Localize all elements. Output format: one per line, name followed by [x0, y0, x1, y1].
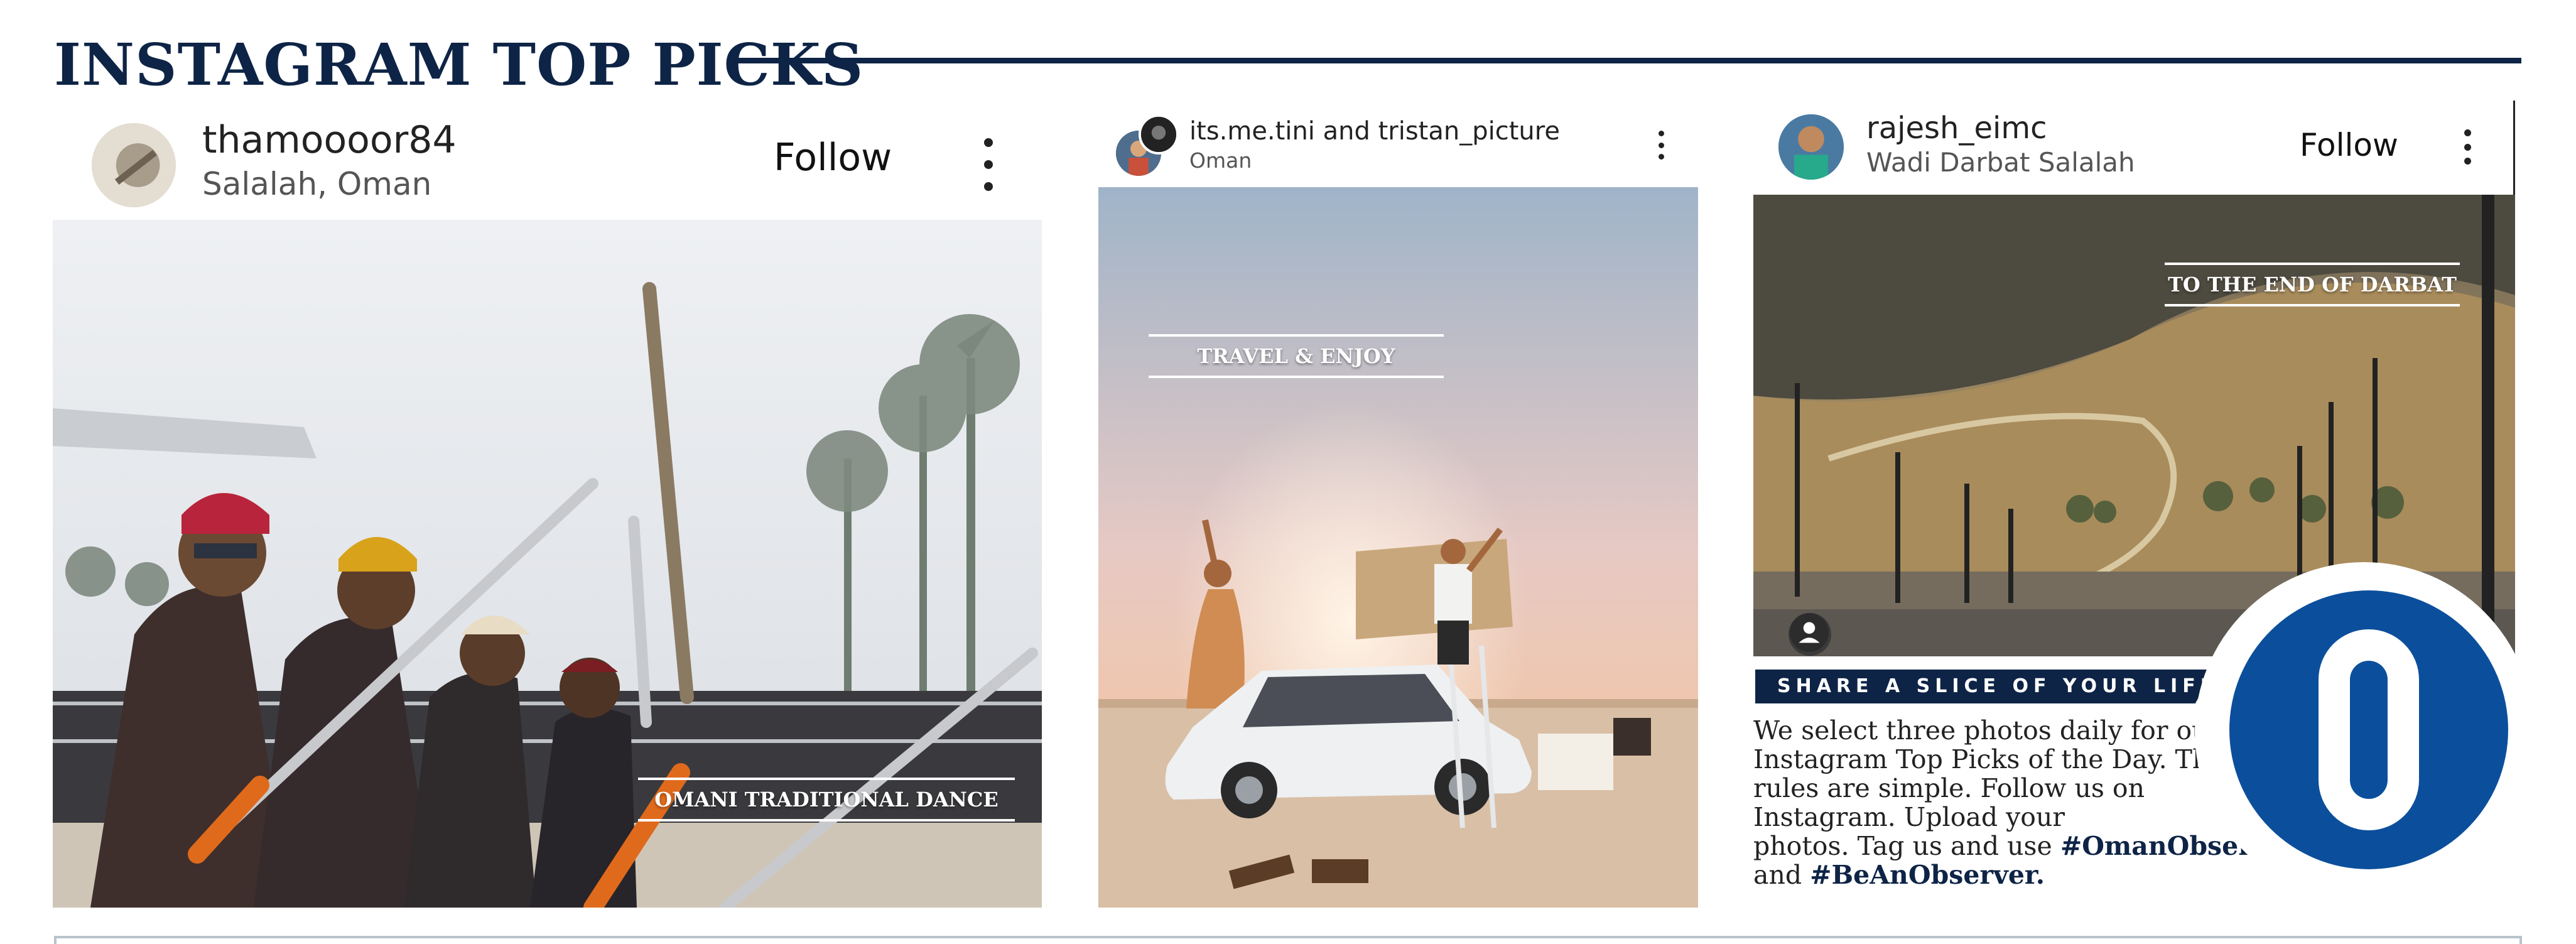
- photo-caption: OMANI TRADITIONAL DANCE: [638, 778, 1015, 822]
- post-location[interactable]: Wadi Darbat Salalah: [1866, 147, 2135, 178]
- post-photo: [1098, 187, 1698, 908]
- kebab-menu-icon[interactable]: [1657, 131, 1665, 160]
- photo-caption: TO THE END OF DARBAT: [2165, 263, 2460, 307]
- post-username[interactable]: rajesh_eimc: [1866, 111, 2047, 146]
- user-tag-icon[interactable]: [1790, 613, 1829, 652]
- bottom-rule-cap: [54, 936, 57, 944]
- post-username[interactable]: its.me.tini and tristan_picture: [1189, 117, 1560, 146]
- post-card-2: its.me.tini and tristan_picture Oman TRA…: [1098, 100, 1698, 908]
- share-body-line: photos. Tag us and use #OmanObserver: [1753, 832, 2297, 860]
- header-rule: [735, 58, 2521, 63]
- avatar[interactable]: [92, 123, 176, 207]
- share-body-text: and: [1753, 860, 1810, 890]
- follow-button[interactable]: Follow: [774, 136, 892, 180]
- avatar[interactable]: [1139, 114, 1179, 155]
- oman-observer-logo: O: [2229, 590, 2508, 869]
- post-header: rajesh_eimc Wadi Darbat Salalah Follow: [1753, 100, 2515, 195]
- photo-caption: TRAVEL & ENJOY: [1149, 334, 1444, 378]
- share-body-line: Instagram. Upload your: [1753, 802, 2065, 832]
- post-header: its.me.tini and tristan_picture Oman: [1098, 100, 1698, 187]
- post-card-1: thamoooor84 Salalah, Oman Follow OMANI T…: [53, 100, 1042, 908]
- post-location[interactable]: Salalah, Oman: [202, 166, 431, 202]
- post-location[interactable]: Oman: [1189, 148, 1252, 173]
- hashtag-be-an-observer[interactable]: #BeAnObserver.: [1810, 860, 2045, 890]
- bottom-rule-cap: [2519, 936, 2522, 944]
- share-body-line: and #BeAnObserver.: [1753, 860, 2045, 889]
- share-body-line: Instagram Top Picks of the Day. The: [1753, 744, 2224, 774]
- post-header: thamoooor84 Salalah, Oman Follow: [53, 100, 1042, 220]
- follow-button[interactable]: Follow: [2300, 127, 2398, 163]
- kebab-menu-icon[interactable]: [2463, 129, 2472, 165]
- section-title: INSTAGRAM TOP PICKS: [54, 31, 864, 99]
- post-username[interactable]: thamoooor84: [202, 118, 457, 162]
- share-body-line: rules are simple. Follow us on: [1753, 773, 2145, 803]
- share-body-text: photos. Tag us and use: [1753, 831, 2060, 861]
- share-banner-text: SHARE A SLICE OF YOUR LIFE: [1777, 675, 2219, 697]
- kebab-menu-icon[interactable]: [982, 138, 995, 191]
- share-body-line: We select three photos daily for our: [1753, 715, 2221, 746]
- avatar[interactable]: [1778, 114, 1844, 180]
- bottom-rule: [54, 936, 2522, 938]
